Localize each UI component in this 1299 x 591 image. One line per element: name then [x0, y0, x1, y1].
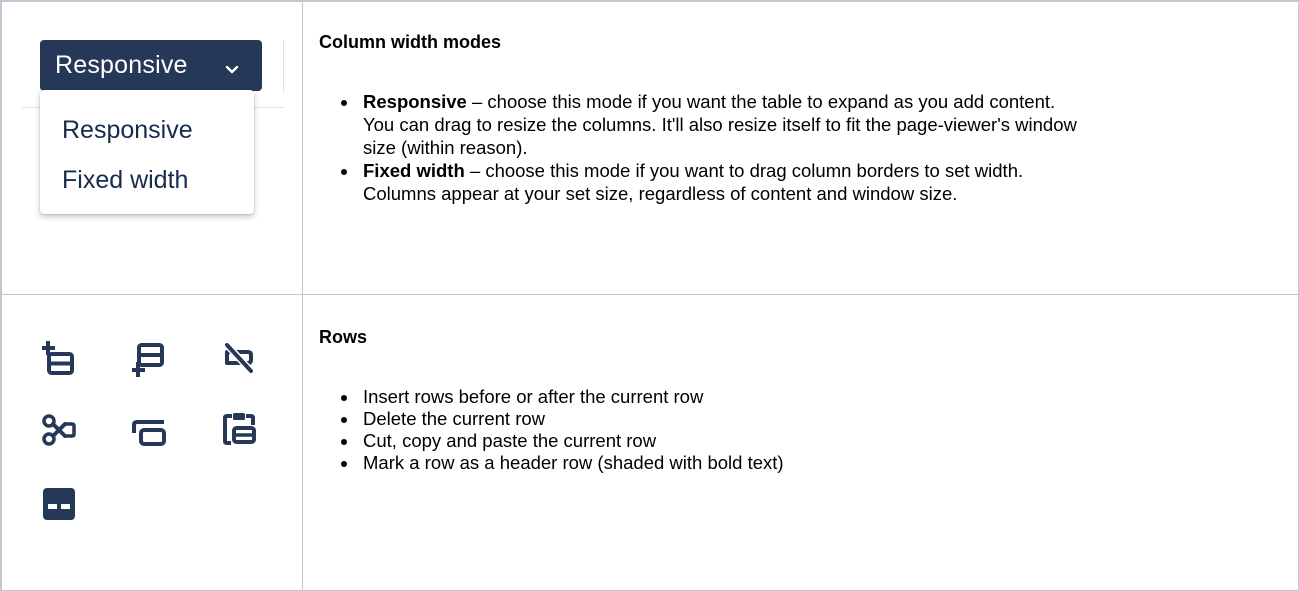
- dropdown-option-responsive[interactable]: Responsive: [62, 116, 193, 145]
- column-modes-list: Responsive – choose this mode if you wan…: [339, 90, 1084, 205]
- dropdown-option-fixed-width[interactable]: Fixed width: [62, 166, 188, 195]
- description: – choose this mode if you want the table…: [363, 91, 1077, 158]
- list-item: Mark a row as a header row (shaded with …: [359, 452, 1084, 474]
- list-item: Cut, copy and paste the current row: [359, 430, 1084, 452]
- copy-row-icon: [132, 417, 166, 451]
- rows-list: Insert rows before or after the current …: [339, 386, 1084, 474]
- chevron-down-icon: [224, 56, 240, 74]
- row-icons-cell: [0, 294, 303, 591]
- cut-row-icon: [42, 413, 76, 447]
- term: Fixed width: [363, 160, 465, 181]
- rows-description-cell: Rows Insert rows before or after the cur…: [302, 294, 1299, 591]
- list-item: Responsive – choose this mode if you wan…: [359, 90, 1084, 159]
- insert-row-after-icon: [132, 343, 166, 378]
- delete-row-icon: [222, 341, 256, 375]
- list-item: Insert rows before or after the current …: [359, 386, 1084, 408]
- paste-row-icon: [222, 411, 256, 446]
- insert-row-before-icon: [42, 341, 76, 376]
- column-width-dropdown-button[interactable]: Responsive: [40, 40, 262, 91]
- section-heading: Column width modes: [319, 32, 501, 52]
- divider: [283, 40, 284, 92]
- list-item: Delete the current row: [359, 408, 1084, 430]
- section-heading: Rows: [319, 327, 368, 348]
- column-width-dropdown-menu: Responsive Fixed width: [40, 90, 254, 214]
- list-item: Fixed width – choose this mode if you wa…: [359, 159, 1084, 205]
- documentation-table: Responsive Responsive Fixed width Column…: [0, 0, 1299, 591]
- dropdown-button-label: Responsive: [55, 51, 188, 79]
- table-row: Rows Insert rows before or after the cur…: [0, 294, 1299, 591]
- dropdown-illustration-cell: Responsive Responsive Fixed width: [0, 0, 303, 296]
- term: Responsive: [363, 91, 467, 112]
- table-row: Responsive Responsive Fixed width Column…: [0, 0, 1299, 296]
- header-row-icon: [42, 487, 76, 521]
- column-modes-description-cell: Column width modes Responsive – choose t…: [302, 0, 1299, 296]
